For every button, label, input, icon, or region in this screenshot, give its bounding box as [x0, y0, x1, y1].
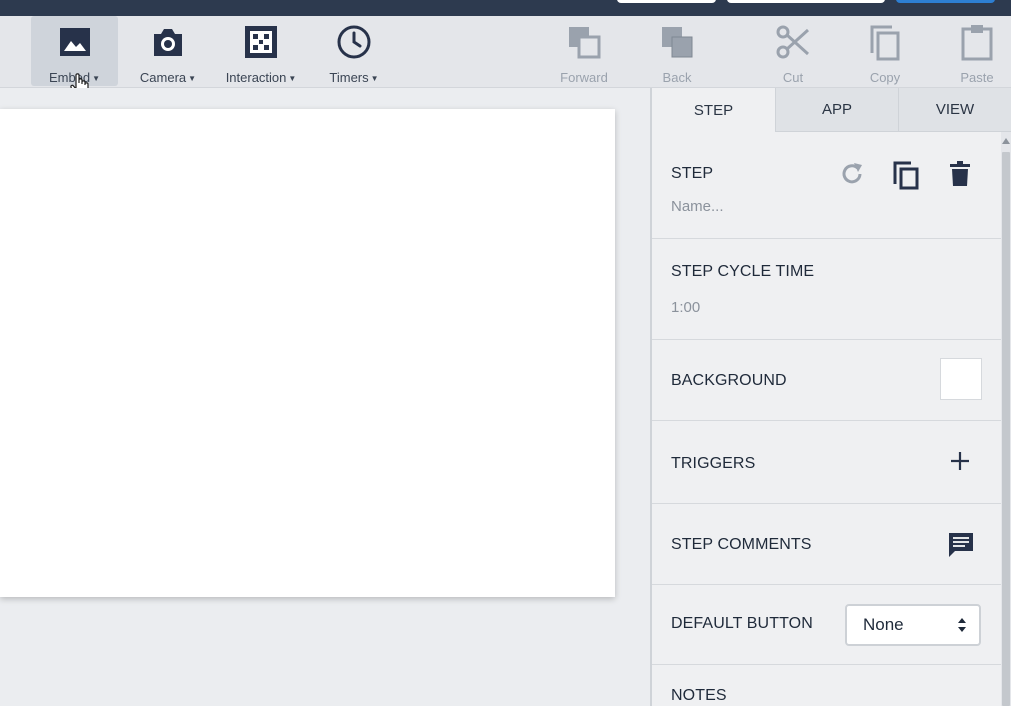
background-title: BACKGROUND — [671, 372, 787, 389]
top-bar — [0, 0, 1011, 16]
tab-step[interactable]: STEP — [652, 88, 775, 132]
top-bar-primary-button[interactable] — [896, 0, 995, 3]
scissors-icon — [775, 24, 811, 60]
paste-button[interactable]: Paste — [945, 16, 1009, 86]
triggers-section: TRIGGERS — [652, 421, 1001, 504]
timers-button[interactable]: Timers ▼ — [314, 16, 394, 86]
toolbar: - Embed▼ Camera▼ Interaction▼ Timers▼ Fo… — [0, 16, 1011, 98]
cut-label: Cut — [782, 70, 804, 85]
back-label: Back — [662, 70, 692, 85]
top-bar-button-2[interactable] — [727, 0, 885, 3]
step-title: STEP — [671, 165, 714, 182]
add-trigger-icon[interactable] — [948, 449, 972, 473]
timers-label: Timers — [329, 70, 369, 85]
bring-forward-icon — [566, 24, 602, 60]
panel-tabs: STEP APP VIEW — [652, 88, 1011, 132]
notes-section: NOTES — [652, 665, 1001, 706]
cut-button[interactable]: Cut — [761, 16, 825, 86]
clipboard-icon — [959, 24, 995, 61]
default-button-title: DEFAULT BUTTON — [671, 615, 813, 632]
comments-section: STEP COMMENTS — [652, 504, 1001, 585]
tab-view[interactable]: VIEW — [898, 88, 1011, 132]
forward-label: Forward — [560, 70, 608, 85]
scroll-up-arrow[interactable] — [1002, 138, 1010, 144]
copy-icon — [867, 24, 903, 61]
cycle-time-section: STEP CYCLE TIME 1:00 — [652, 239, 1001, 340]
comment-icon[interactable] — [947, 531, 975, 559]
background-color-swatch[interactable] — [940, 358, 982, 400]
reset-icon[interactable] — [837, 159, 867, 189]
qr-code-icon — [243, 24, 279, 60]
default-button-select[interactable]: None — [845, 604, 981, 646]
duplicate-icon[interactable] — [891, 159, 921, 191]
interaction-button[interactable]: Interaction ▼ — [218, 16, 304, 86]
triggers-title: TRIGGERS — [671, 455, 756, 472]
forward-button[interactable]: Forward — [552, 16, 616, 86]
background-section: BACKGROUND — [652, 340, 1001, 421]
step-name-input[interactable]: Name... — [671, 198, 724, 215]
image-icon — [57, 24, 93, 60]
scrollbar-thumb[interactable] — [1002, 152, 1010, 706]
top-bar-button-1[interactable] — [617, 0, 716, 3]
copy-button[interactable]: Copy — [853, 16, 917, 86]
paste-label: Paste — [960, 70, 994, 85]
copy-label: Copy — [869, 70, 901, 85]
properties-panel: STEP APP VIEW STEP Name... STEP CYCLE TI… — [650, 88, 1011, 706]
clock-icon — [336, 24, 372, 60]
canvas-area — [0, 88, 650, 706]
camera-button[interactable]: Camera ▼ — [128, 16, 208, 86]
send-back-icon — [659, 24, 695, 60]
trash-icon[interactable] — [947, 159, 973, 189]
step-canvas[interactable] — [0, 109, 615, 597]
tab-app[interactable]: APP — [775, 88, 898, 132]
step-section: STEP Name... — [652, 132, 1001, 239]
back-button[interactable]: Back — [645, 16, 709, 86]
camera-label: Camera — [139, 70, 187, 85]
comments-title: STEP COMMENTS — [671, 536, 812, 553]
cycle-time-title: STEP CYCLE TIME — [671, 263, 815, 280]
cycle-time-value[interactable]: 1:00 — [671, 299, 700, 316]
interaction-label: Interaction — [225, 70, 287, 85]
default-button-value: None — [863, 615, 904, 634]
camera-icon — [150, 24, 186, 60]
select-arrows-icon — [958, 618, 966, 632]
notes-title: NOTES — [671, 687, 727, 704]
default-button-section: DEFAULT BUTTON None — [652, 585, 1001, 665]
